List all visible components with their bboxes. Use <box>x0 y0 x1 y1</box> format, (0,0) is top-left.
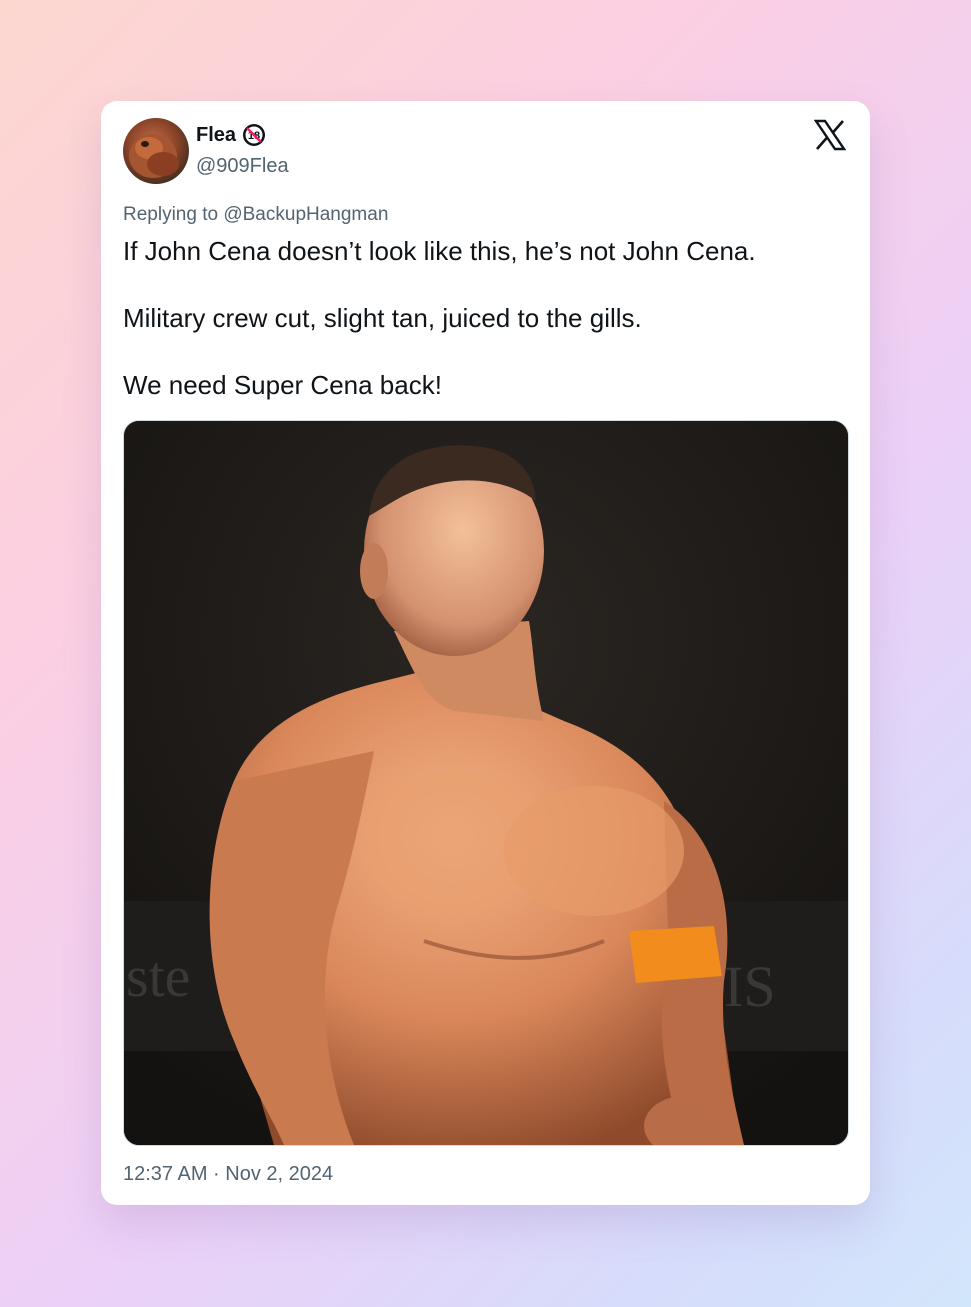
tweet-line: If John Cena doesn’t look like this, he’… <box>123 236 756 266</box>
author-name[interactable]: Flea <box>196 124 236 147</box>
tweet-timestamp[interactable]: 12:37 AM · Nov 2, 2024 <box>123 1163 333 1186</box>
tweet-card: Flea 18 @909Flea Replying to @BackupHang… <box>101 101 870 1205</box>
author-row: Flea 18 <box>196 123 266 147</box>
reply-prefix: Replying to <box>123 204 219 225</box>
tweet-media-photo[interactable]: ste IS <box>123 420 849 1146</box>
reply-mention-link[interactable]: @BackupHangman <box>223 204 388 225</box>
background-text-left: ste <box>126 944 190 1009</box>
tweet-line: Military crew cut, slight tan, juiced to… <box>123 303 642 333</box>
avatar-image <box>129 134 179 178</box>
tweet-text: If John Cena doesn’t look like this, he’… <box>123 235 843 436</box>
tweet-line: We need Super Cena back! <box>123 370 442 400</box>
18-plus-badge-icon: 18 <box>243 124 266 146</box>
x-logo-icon[interactable] <box>814 119 846 151</box>
reply-context: Replying to @BackupHangman <box>123 204 388 226</box>
wrestler-photo: ste IS <box>124 421 848 1145</box>
avatar[interactable] <box>123 118 189 184</box>
author-handle[interactable]: @909Flea <box>196 155 289 178</box>
background-text-right: IS <box>724 954 776 1019</box>
